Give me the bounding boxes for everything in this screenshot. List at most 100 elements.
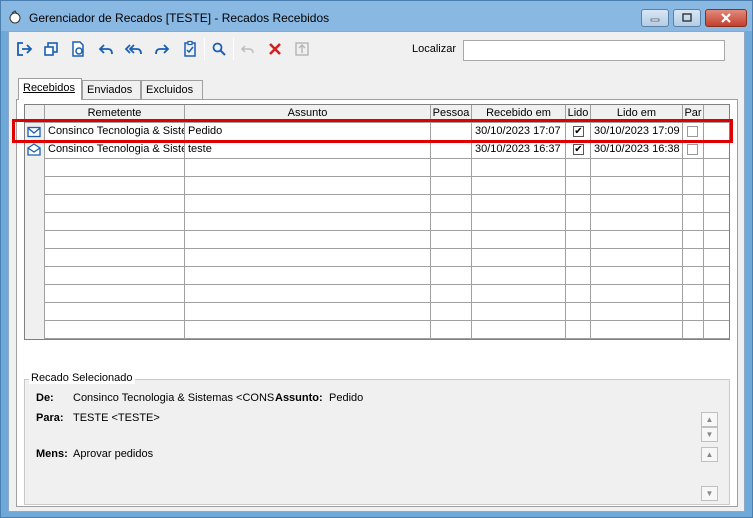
empty-row (25, 267, 729, 285)
de-label: De: (36, 392, 54, 404)
column-header-lido[interactable]: Lido (566, 105, 591, 123)
cell-pessoa[interactable] (431, 123, 472, 141)
delete-button[interactable] (262, 36, 287, 62)
par-checkbox[interactable] (687, 126, 698, 137)
messages-grid[interactable]: Remetente Assunto Pessoa Recebido em Lid… (24, 104, 730, 340)
cell-lido[interactable]: ✔ (566, 123, 591, 141)
forward-button[interactable] (149, 36, 174, 62)
reply-all-button[interactable] (121, 36, 146, 62)
lido-checkbox[interactable]: ✔ (573, 126, 584, 137)
view-document-icon (71, 41, 84, 57)
assunto-label: Assunto: (275, 392, 323, 404)
cell-remetente[interactable]: Consinco Tecnologia & Siste (45, 123, 185, 141)
scroll-up-icon[interactable]: ▲ (701, 412, 718, 427)
toolbar: Localizar (9, 34, 744, 64)
maximize-icon (682, 13, 692, 22)
view-document-button[interactable] (65, 36, 90, 62)
exit-icon (16, 42, 32, 56)
minimize-button[interactable] (641, 9, 669, 27)
reply-all-icon (124, 44, 142, 55)
table-row[interactable]: Consinco Tecnologia & Siste teste 30/10/… (25, 141, 729, 159)
reply-icon (98, 44, 113, 55)
empty-row (25, 177, 729, 195)
par-checkbox[interactable] (687, 144, 698, 155)
cell-remetente[interactable]: Consinco Tecnologia & Siste (45, 141, 185, 159)
undo-icon (240, 45, 254, 54)
clipboard-check-icon (183, 40, 196, 57)
client-area: Localizar Recebidos Enviados Excluidos R… (8, 31, 745, 512)
forward-icon (154, 44, 169, 55)
cell-assunto[interactable]: teste (185, 141, 431, 159)
empty-row (25, 195, 729, 213)
cell-assunto[interactable]: Pedido (185, 123, 431, 141)
cell-lido[interactable]: ✔ (566, 141, 591, 159)
new-window-icon (43, 42, 58, 56)
tab-enviados[interactable]: Enviados (82, 80, 141, 99)
cell-lido-em[interactable]: 30/10/2023 16:38 (591, 141, 683, 159)
empty-row (25, 159, 729, 177)
para-scrollbar[interactable]: ▲ ▼ (701, 412, 718, 442)
export-button[interactable] (289, 36, 314, 62)
tab-panel: Remetente Assunto Pessoa Recebido em Lid… (16, 99, 738, 507)
cell-lido-em[interactable]: 30/10/2023 17:09 (591, 123, 683, 141)
exit-button[interactable] (11, 36, 36, 62)
search-icon (212, 42, 226, 56)
de-value: Consinco Tecnologia & Sistemas <CONS (73, 392, 275, 404)
empty-row (25, 231, 729, 249)
empty-row (25, 285, 729, 303)
tab-label: Excluidos (146, 84, 194, 96)
app-icon (9, 10, 21, 24)
column-header-remetente[interactable]: Remetente (45, 105, 185, 123)
cell-recebido-em[interactable]: 30/10/2023 17:07 (472, 123, 566, 141)
app-window: Gerenciador de Recados [TESTE] - Recados… (0, 0, 753, 518)
scroll-down-icon[interactable]: ▼ (701, 427, 718, 442)
search-label: Localizar (412, 43, 457, 55)
column-header-recebido-em[interactable]: Recebido em (472, 105, 566, 123)
cell-par[interactable] (683, 141, 704, 159)
scroll-up-icon[interactable]: ▲ (701, 447, 718, 462)
table-row[interactable]: Consinco Tecnologia & Siste Pedido 30/10… (25, 123, 729, 141)
para-value: TESTE <TESTE> (73, 412, 160, 424)
tab-label: Enviados (87, 84, 133, 96)
column-header-assunto[interactable]: Assunto (185, 105, 431, 123)
grid-header: Remetente Assunto Pessoa Recebido em Lid… (25, 105, 729, 123)
cell-pessoa[interactable] (431, 141, 472, 159)
empty-row (25, 339, 730, 340)
cell-recebido-em[interactable]: 30/10/2023 16:37 (472, 141, 566, 159)
cell-par[interactable] (683, 123, 704, 141)
search-input[interactable] (463, 40, 725, 61)
column-header-extra (704, 105, 729, 123)
tab-excluidos[interactable]: Excluidos (141, 80, 203, 99)
mens-value: Aprovar pedidos (73, 448, 154, 460)
close-button[interactable] (705, 9, 747, 27)
assunto-value: Pedido (329, 392, 364, 404)
empty-row (25, 213, 729, 231)
envelope-closed-icon (27, 126, 41, 138)
column-header-pessoa[interactable]: Pessoa (431, 105, 472, 123)
scroll-down-icon[interactable]: ▼ (701, 486, 718, 501)
row-indicator[interactable] (25, 141, 45, 159)
delete-icon (268, 43, 281, 55)
clipboard-button[interactable] (177, 36, 202, 62)
window-title: Gerenciador de Recados [TESTE] - Recados… (29, 11, 330, 25)
selected-message-title: Recado Selecionado (29, 372, 135, 384)
column-header-indicator[interactable] (25, 105, 45, 123)
row-indicator[interactable] (25, 123, 45, 141)
minimize-icon (650, 18, 660, 22)
column-header-lido-em[interactable]: Lido em (591, 105, 683, 123)
new-window-button[interactable] (38, 36, 63, 62)
empty-row (25, 321, 729, 339)
column-header-par[interactable]: Par (683, 105, 704, 123)
envelope-open-icon (27, 143, 41, 156)
undo-button[interactable] (235, 36, 260, 62)
reply-button[interactable] (93, 36, 118, 62)
mens-scrollbar[interactable]: ▲ ▼ (701, 447, 718, 503)
title-bar[interactable]: Gerenciador de Recados [TESTE] - Recados… (1, 1, 752, 31)
empty-row (25, 249, 729, 267)
maximize-button[interactable] (673, 9, 701, 27)
lido-checkbox[interactable]: ✔ (573, 144, 584, 155)
selected-message-panel: Recado Selecionado De: Consinco Tecnolog… (24, 372, 730, 505)
tab-recebidos[interactable]: Recebidos (18, 78, 82, 100)
search-button[interactable] (206, 36, 231, 62)
mens-label: Mens: (36, 448, 68, 460)
